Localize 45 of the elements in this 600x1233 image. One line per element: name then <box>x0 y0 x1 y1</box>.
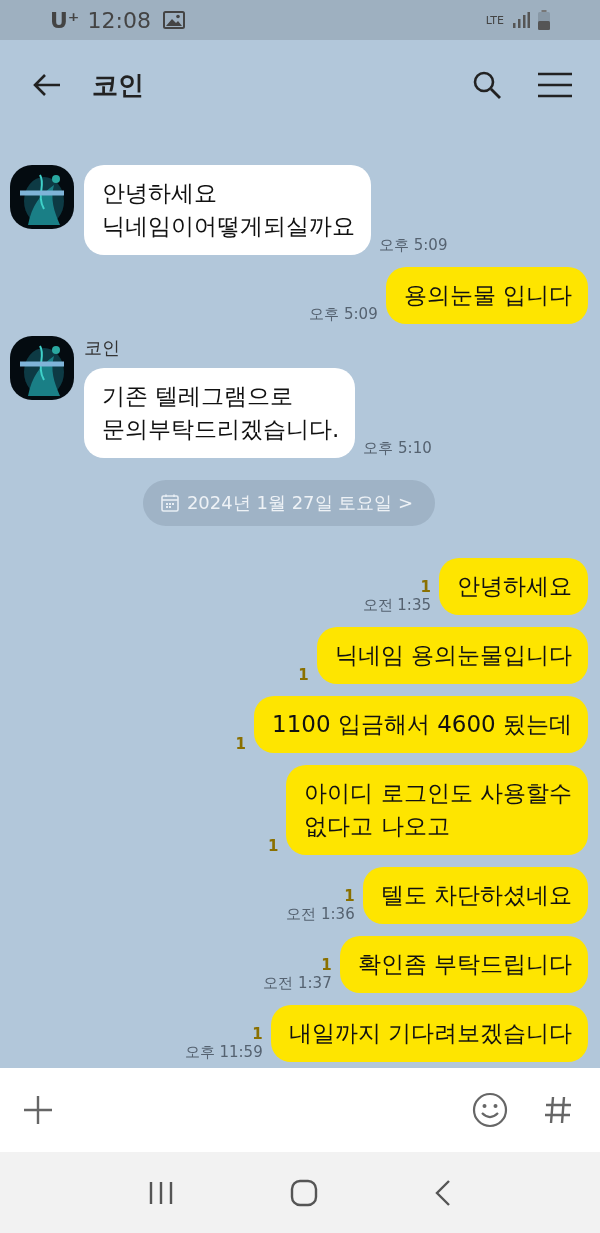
chat-title: 코인 <box>92 68 144 102</box>
message-input-bar[interactable] <box>0 1068 600 1152</box>
carrier-label: U⁺ <box>50 7 80 33</box>
calendar-icon <box>160 494 179 512</box>
message-bubble: 닉네임 용의눈물입니다 <box>316 627 588 684</box>
message-bubble: 텔도 차단하셨네요 <box>362 867 588 924</box>
message-bubble: 안녕하세요 닉네임이어떻게되실까요 <box>84 165 371 255</box>
date-divider[interactable]: 2024년 1월 27일 토요일 > <box>142 480 436 526</box>
unread-count: 1 <box>267 837 279 855</box>
message-time: 오후 5:09 <box>309 305 378 324</box>
battery-icon <box>538 10 550 30</box>
unread-count: 1 <box>235 735 246 753</box>
message-bubble: 용의눈물 입니다 <box>385 267 588 324</box>
unread-count: 1 <box>344 887 355 905</box>
message-bubble: 확인좀 부탁드립니다 <box>339 936 588 993</box>
hashtag-icon[interactable] <box>544 1095 572 1125</box>
message-time: 오전 1:37 <box>263 974 332 993</box>
plus-icon[interactable] <box>22 1094 54 1126</box>
search-icon[interactable] <box>472 70 502 100</box>
emoji-icon[interactable] <box>472 1092 508 1128</box>
message-bubble: 기존 텔레그램으로 문의부탁드리겠습니다. <box>84 368 356 458</box>
image-icon <box>162 11 185 29</box>
clock-time: 12:08 <box>87 7 151 33</box>
message-time: 오전 1:35 <box>362 596 431 615</box>
message-time: 오후 5:10 <box>363 439 432 458</box>
unread-count: 1 <box>420 578 431 596</box>
home-icon[interactable] <box>290 1178 318 1207</box>
message-bubble: 안녕하세요 <box>439 558 588 615</box>
back-icon[interactable] <box>434 1178 452 1207</box>
unread-count: 1 <box>252 1025 263 1043</box>
message-bubble: 내일까지 기다려보겠습니다 <box>270 1005 588 1062</box>
recent-apps-icon[interactable] <box>148 1180 174 1205</box>
message-bubble: 1100 입금해서 4600 됬는데 <box>254 696 588 753</box>
menu-icon[interactable] <box>538 72 572 98</box>
sender-name: 코인 <box>84 336 120 360</box>
back-arrow-icon[interactable] <box>32 73 62 97</box>
unread-count: 1 <box>298 666 309 684</box>
date-label: 2024년 1월 27일 토요일 > <box>186 491 414 515</box>
message-time: 오후 5:09 <box>379 236 448 255</box>
message-bubble: 아이디 로그인도 사용할수 없다고 나오고 <box>286 765 588 855</box>
network-label: LTE <box>485 13 504 27</box>
message-time: 오후 11:59 <box>184 1043 263 1062</box>
message-time: 오전 1:36 <box>286 905 355 924</box>
unread-count: 1 <box>321 956 332 974</box>
signal-icon <box>512 12 530 28</box>
